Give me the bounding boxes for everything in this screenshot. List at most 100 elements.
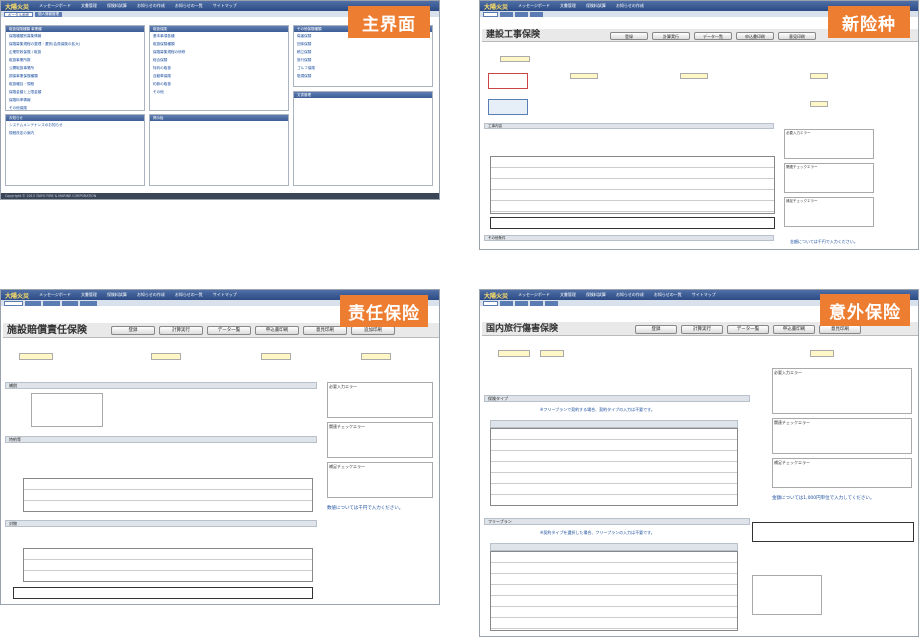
tab[interactable] <box>545 300 558 306</box>
calc-button[interactable]: 計算実行 <box>652 32 690 40</box>
panel-link[interactable]: 保険募集規程の研修 <box>153 50 285 55</box>
tab[interactable] <box>80 300 97 306</box>
nav-sitemap[interactable]: サイトマップ <box>692 292 716 298</box>
panel-link[interactable]: 約款の取扱 <box>153 82 285 87</box>
print-opinion-button[interactable]: 意見印刷 <box>303 326 347 335</box>
print-app-button[interactable]: 申込書印刷 <box>736 32 774 40</box>
nav-sitemap[interactable]: サイトマップ <box>213 3 237 9</box>
tab[interactable] <box>515 11 528 17</box>
register-button[interactable]: 登録 <box>610 32 648 40</box>
panel-link[interactable]: 保険金額と上限金額 <box>9 90 141 95</box>
nav-notice-create[interactable]: お知らせの作成 <box>137 3 165 9</box>
print-app-button[interactable]: 申込書印刷 <box>255 326 299 335</box>
side-label: 必要入力エラー <box>774 370 802 375</box>
panel-link[interactable]: 賠償保険 <box>297 74 429 79</box>
panel-link[interactable]: 取扱種目・規程 <box>9 82 141 87</box>
panel-link[interactable]: 保険種類別募集情報 <box>9 34 141 39</box>
input[interactable] <box>540 350 564 357</box>
tab-portal[interactable]: ポータル画面 <box>4 11 33 17</box>
panel-link[interactable]: 保険料率情報 <box>9 98 141 103</box>
nav-notice-list[interactable]: お知らせの一覧 <box>654 292 682 298</box>
panel-link[interactable]: ゴルフ保険 <box>297 66 429 71</box>
tag-new-type: 新险种 <box>828 6 910 38</box>
tab[interactable] <box>500 300 513 306</box>
date-field[interactable] <box>500 56 530 62</box>
panel-link[interactable]: 企業財政保険 / 取扱 <box>9 50 141 55</box>
calc-button[interactable]: 計算実行 <box>159 326 203 335</box>
calc-button[interactable]: 計算実行 <box>681 325 723 334</box>
nav-messages[interactable]: メッセージボード <box>39 3 71 9</box>
input[interactable] <box>261 353 291 360</box>
panel-link[interactable]: 取扱事業所数 <box>9 58 141 63</box>
nav-messages[interactable]: メッセージボード <box>518 292 550 298</box>
nav-notice-list[interactable]: お知らせの一覧 <box>175 292 203 298</box>
print-extra-button[interactable]: 追加印刷 <box>351 326 395 335</box>
nav-calc[interactable]: 保険料試算 <box>107 292 127 298</box>
input[interactable] <box>680 73 708 79</box>
panel-link[interactable]: 保険募集規程の整理・選別(会員保険の拡大) <box>9 42 141 47</box>
nav-documents[interactable]: 文書管理 <box>81 292 97 298</box>
tab-personal[interactable]: 個人情報管理 <box>35 11 62 17</box>
nav-documents[interactable]: 文書管理 <box>560 292 576 298</box>
data-list-button[interactable]: データ一覧 <box>207 326 251 335</box>
register-button[interactable]: 登録 <box>111 326 155 335</box>
data-list-button[interactable]: データ一覧 <box>727 325 769 334</box>
panel-link[interactable]: 規程改定の案内 <box>9 131 141 136</box>
nav-notice-list[interactable]: お知らせの一覧 <box>175 3 203 9</box>
tab[interactable] <box>4 300 23 306</box>
nav-documents[interactable]: 文書管理 <box>81 3 97 9</box>
side-box-required: 必要入力エラー <box>784 129 874 159</box>
print-opinion-button[interactable]: 意見印刷 <box>819 325 861 334</box>
panel-link[interactable]: 基本事項各種 <box>153 34 285 39</box>
input[interactable] <box>810 350 834 357</box>
nav-calc[interactable]: 保険料試算 <box>586 3 606 9</box>
nav-calc[interactable]: 保険料試算 <box>107 3 127 9</box>
input[interactable] <box>361 353 391 360</box>
section-free-plan: フリープラン <box>484 518 750 525</box>
tab[interactable] <box>61 300 78 306</box>
panel-link[interactable]: 団体保険 <box>297 42 429 47</box>
panel-link[interactable]: 旅行保険 <box>297 58 429 63</box>
nav-messages[interactable]: メッセージボード <box>518 3 550 9</box>
tab[interactable] <box>530 300 543 306</box>
nav-messages[interactable]: メッセージボード <box>39 292 71 298</box>
tab[interactable] <box>483 300 498 306</box>
summary-box <box>752 522 914 542</box>
tab[interactable] <box>483 11 498 17</box>
register-button[interactable]: 登録 <box>635 325 677 334</box>
date-field[interactable] <box>498 350 530 357</box>
panel-link[interactable]: その他保険 <box>9 106 141 111</box>
print-opinion-button[interactable]: 意見印刷 <box>778 32 816 40</box>
nav-notice-create[interactable]: お知らせの作成 <box>137 292 165 298</box>
tab[interactable] <box>43 300 60 306</box>
nav-notice-create[interactable]: お知らせの作成 <box>616 3 644 9</box>
panel-link[interactable]: 取扱保険種類 <box>153 42 285 47</box>
tab[interactable] <box>530 11 543 17</box>
panel-notices: お知らせ システムメンテナンスのお知らせ 規程改定の案内 <box>5 114 145 186</box>
panel-link[interactable]: その他 <box>153 90 285 95</box>
panel-link[interactable]: 公開取扱事業所 <box>9 66 141 71</box>
panel-link[interactable]: 損保事業保険種類 <box>9 74 141 79</box>
coverage-list[interactable] <box>31 393 103 427</box>
logo: 大陽火災 <box>484 3 509 11</box>
input[interactable] <box>570 73 598 79</box>
panel-link[interactable]: 積立保険 <box>297 50 429 55</box>
input[interactable] <box>810 101 828 107</box>
side-label: 関連チェックエラー <box>786 165 818 169</box>
input[interactable] <box>151 353 181 360</box>
panel-link[interactable]: システムメンテナンスのお知らせ <box>9 123 141 128</box>
panel-link[interactable]: 総合保険 <box>153 58 285 63</box>
tab[interactable] <box>24 300 41 306</box>
tab[interactable] <box>515 300 528 306</box>
panel-link[interactable]: 特約の取扱 <box>153 66 285 71</box>
nav-sitemap[interactable]: サイトマップ <box>213 292 237 298</box>
data-list-button[interactable]: データ一覧 <box>694 32 732 40</box>
input[interactable] <box>810 73 828 79</box>
date-field[interactable] <box>19 353 53 360</box>
nav-calc[interactable]: 保険料試算 <box>586 292 606 298</box>
nav-notice-create[interactable]: お知らせの作成 <box>616 292 644 298</box>
nav-documents[interactable]: 文書管理 <box>560 3 576 9</box>
tab[interactable] <box>500 11 513 17</box>
print-app-button[interactable]: 申込書印刷 <box>773 325 815 334</box>
panel-link[interactable]: 自動車保険 <box>153 74 285 79</box>
